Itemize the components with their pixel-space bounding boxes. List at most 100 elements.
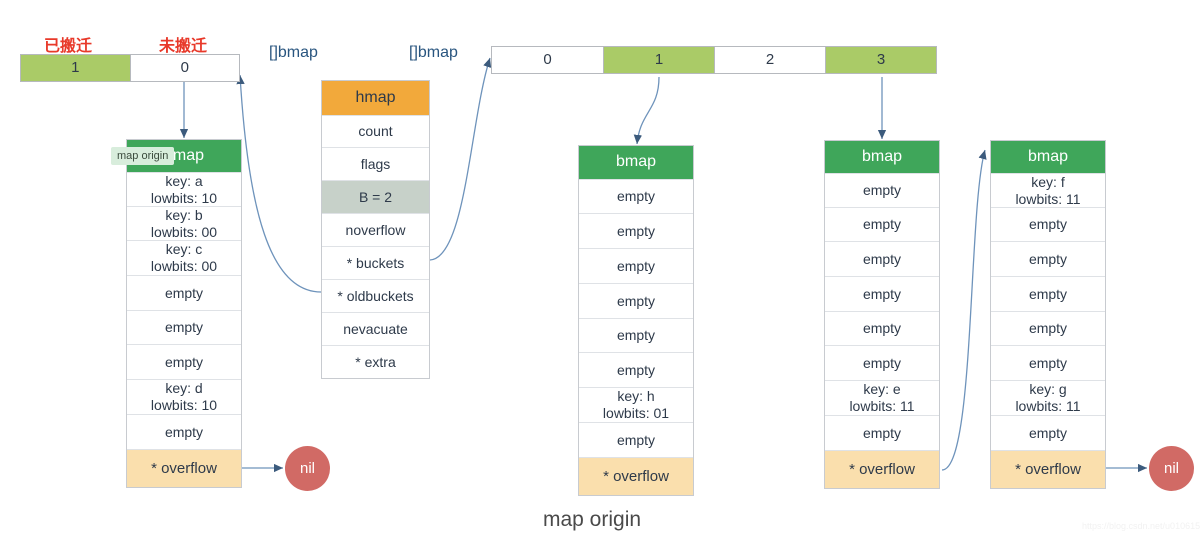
hmap-field-nevacuate[interactable]: nevacuate [322, 312, 429, 345]
hmap-field-count[interactable]: count [322, 115, 429, 147]
hmap-struct: hmap count flags B = 2 noverflow * bucke… [321, 80, 430, 379]
bucket-index-0[interactable]: 0 [492, 47, 603, 73]
slot-key: key: e [863, 381, 901, 398]
bmap-slot[interactable]: key: b lowbits: 00 [127, 206, 241, 240]
bmap-slot[interactable]: key: e lowbits: 11 [825, 380, 939, 415]
bmap-slot[interactable]: empty [825, 345, 939, 380]
bmap-overflow[interactable]: * overflow [127, 449, 241, 487]
bmap-slot[interactable]: empty [127, 344, 241, 379]
bmap-slot[interactable]: key: f lowbits: 11 [991, 173, 1105, 207]
bmap-slot[interactable]: empty [579, 179, 693, 213]
hmap-field-b[interactable]: B = 2 [322, 180, 429, 213]
bmap-slot[interactable]: empty [825, 173, 939, 207]
slot-lowbits: lowbits: 11 [1015, 190, 1081, 207]
hmap-field-noverflow[interactable]: noverflow [322, 213, 429, 246]
bmap-slot[interactable]: empty [991, 311, 1105, 345]
bmap-slot[interactable]: empty [825, 276, 939, 311]
bmap-slot[interactable]: empty [579, 422, 693, 457]
bucket-index-1[interactable]: 1 [603, 47, 714, 73]
nil-node-right: nil [1149, 446, 1194, 491]
bmap-slot[interactable]: empty [579, 318, 693, 352]
slot-key: key: d [165, 380, 203, 397]
bmap-overflow[interactable]: * overflow [825, 450, 939, 488]
slot-lowbits: lowbits: 10 [150, 189, 218, 206]
slot-key: empty [616, 361, 656, 378]
slot-key: empty [862, 182, 902, 199]
bmap-overflow[interactable]: * overflow [991, 450, 1105, 488]
bmap-slot[interactable]: key: a lowbits: 10 [127, 172, 241, 206]
slot-key: empty [862, 354, 902, 371]
slot-key: empty [616, 257, 656, 274]
evacuation-cell-0[interactable]: 0 [129, 55, 239, 81]
bmap-slot[interactable]: empty [127, 275, 241, 310]
bmap-slot[interactable]: empty [579, 248, 693, 283]
slot-key: empty [862, 216, 902, 233]
bmap-header: bmap [991, 141, 1105, 173]
bmap-slot[interactable]: empty [825, 207, 939, 241]
slot-key: empty [616, 188, 656, 205]
bmap-slot[interactable]: key: c lowbits: 00 [127, 240, 241, 275]
slot-key: key: c [165, 241, 203, 258]
slot-key: key: g [1029, 381, 1067, 398]
slot-lowbits: lowbits: 01 [602, 405, 670, 421]
bmap-slot[interactable]: empty [825, 311, 939, 345]
bucket-index-3[interactable]: 3 [825, 47, 936, 73]
bucket-newbucket-3: bmap empty empty empty empty empty empty… [824, 140, 940, 489]
bucket-oldbucket-0: bmap key: a lowbits: 10 key: b lowbits: … [126, 139, 242, 488]
bucket-overflowbucket-3: bmap key: f lowbits: 11 empty empty empt… [990, 140, 1106, 489]
evacuation-cell-1[interactable]: 1 [21, 55, 130, 81]
slot-key: empty [1028, 250, 1068, 267]
slot-key: empty [1028, 354, 1068, 371]
hmap-field-extra[interactable]: * extra [322, 345, 429, 378]
bmap-slot[interactable]: empty [579, 283, 693, 318]
watermark: https://blog.csdn.net/u010615159 [1082, 521, 1200, 531]
not-evacuated-label: 未搬迁 [159, 38, 208, 55]
slot-key: empty [616, 292, 656, 309]
map-origin-tooltip: map origin [111, 147, 175, 165]
slot-key: empty [616, 327, 656, 344]
slot-key: empty [164, 319, 204, 336]
slot-lowbits: lowbits: 11 [1015, 398, 1081, 414]
bmap-slot[interactable]: empty [825, 241, 939, 276]
slot-key: empty [1028, 424, 1068, 441]
slot-key: empty [862, 250, 902, 267]
slot-lowbits: lowbits: 11 [849, 398, 915, 414]
evacuation-status-strip: 1 0 [20, 54, 240, 82]
slot-key: empty [862, 285, 902, 302]
bmap-slot[interactable]: empty [127, 414, 241, 449]
diagram-caption: map origin [543, 508, 642, 531]
slot-key: empty [164, 284, 204, 301]
bmap-slot[interactable]: empty [991, 241, 1105, 276]
bmap-slot[interactable]: key: g lowbits: 11 [991, 380, 1105, 415]
bmap-slot[interactable]: empty [991, 276, 1105, 311]
bmap-slot[interactable]: key: h lowbits: 01 [579, 387, 693, 422]
slot-key: empty [1028, 320, 1068, 337]
bmap-slot[interactable]: empty [991, 207, 1105, 241]
slot-key: empty [1028, 285, 1068, 302]
slot-key: empty [616, 431, 656, 448]
bmap-slot[interactable]: empty [991, 415, 1105, 450]
bmap-slot[interactable]: empty [991, 345, 1105, 380]
bmap-slot[interactable]: key: d lowbits: 10 [127, 379, 241, 414]
bucket-index-2[interactable]: 2 [714, 47, 825, 73]
bmap-slot[interactable]: empty [825, 415, 939, 450]
slot-key: empty [616, 222, 656, 239]
slot-key: empty [862, 424, 902, 441]
evacuated-label: 已搬迁 [44, 38, 93, 55]
nil-node-left: nil [285, 446, 330, 491]
slot-lowbits: lowbits: 00 [150, 258, 218, 274]
hmap-field-oldbuckets[interactable]: * oldbuckets [322, 279, 429, 312]
bmap-header: bmap [825, 141, 939, 173]
bmap-slot[interactable]: empty [127, 310, 241, 344]
bmap-slot[interactable]: empty [579, 352, 693, 387]
bmap-slot[interactable]: empty [579, 213, 693, 248]
slot-key: key: f [1031, 173, 1065, 190]
hmap-field-flags[interactable]: flags [322, 147, 429, 180]
slot-key: empty [1028, 216, 1068, 233]
slot-key: empty [164, 353, 204, 370]
slot-key: key: b [165, 206, 203, 223]
slot-key: empty [164, 423, 204, 440]
hmap-field-buckets[interactable]: * buckets [322, 246, 429, 279]
bmap-overflow[interactable]: * overflow [579, 457, 693, 495]
slot-key: key: h [617, 388, 655, 405]
